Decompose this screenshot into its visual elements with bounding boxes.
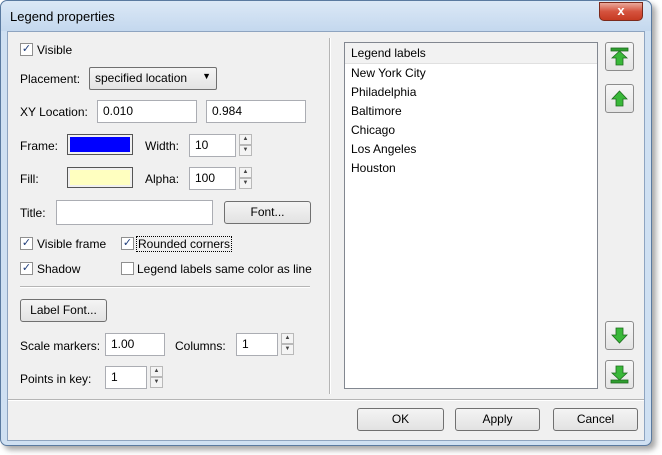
spin-down-icon[interactable]: ▼ [150,377,163,388]
apply-button[interactable]: Apply [455,408,540,431]
move-up-button[interactable] [605,84,634,113]
move-top-icon [610,47,629,66]
fill-color-swatch[interactable] [67,167,133,188]
frame-color-swatch[interactable] [67,134,133,155]
label-font-button[interactable]: Label Font... [20,299,107,322]
visible-checkbox[interactable]: ✓ [20,43,33,56]
placement-select[interactable]: specified location ▼ [89,67,217,90]
separator [20,286,310,288]
scale-markers-input[interactable]: 1.00 [105,333,165,356]
columns-spinner[interactable]: ▲ ▼ [281,333,294,356]
move-down-button[interactable] [605,321,634,350]
points-in-key-label: Points in key: [20,372,92,386]
points-in-key-input[interactable]: 1 [105,366,147,389]
title-font-button[interactable]: Font... [224,201,311,224]
list-item[interactable]: Philadelphia [345,83,597,102]
xy-location-label: XY Location: [20,105,88,119]
spin-down-icon[interactable]: ▼ [281,344,294,355]
shadow-checkbox[interactable]: ✓ [20,262,33,275]
visible-frame-checkbox[interactable]: ✓ [20,237,33,250]
visible-frame-label: Visible frame [37,237,107,251]
width-input[interactable]: 10 [189,134,236,157]
cancel-button[interactable]: Cancel [553,408,638,431]
title-input[interactable] [56,200,213,225]
y-location-input[interactable]: 0.984 [206,100,306,123]
scale-markers-label: Scale markers: [20,339,101,353]
width-label: Width: [145,139,180,153]
footer-separator [8,399,644,401]
shadow-label: Shadow [37,262,81,276]
move-bottom-button[interactable] [605,360,634,389]
move-top-button[interactable] [605,42,634,71]
list-item[interactable]: Los Angeles [345,140,597,159]
list-item[interactable]: Baltimore [345,102,597,121]
title-label: Title: [20,206,46,220]
columns-input[interactable]: 1 [236,333,278,356]
frame-label: Frame: [20,139,59,153]
same-color-label: Legend labels same color as line [137,262,312,276]
width-spinner[interactable]: ▲ ▼ [239,134,252,157]
legend-labels-header: Legend labels [345,43,597,64]
spin-up-icon[interactable]: ▲ [150,366,163,377]
placement-value: specified location [95,71,188,85]
dialog-window: Legend properties x ✓ Visible Placement:… [0,0,652,446]
placement-label: Placement: [20,72,81,86]
legend-labels-list[interactable]: Legend labels New York City Philadelphia… [344,42,598,389]
visible-label: Visible [37,43,73,57]
move-bottom-icon [610,365,629,384]
alpha-label: Alpha: [145,172,180,186]
x-location-input[interactable]: 0.010 [97,100,197,123]
title-bar[interactable]: Legend properties x [1,1,651,31]
list-item[interactable]: Houston [345,159,597,178]
list-item[interactable]: Chicago [345,121,597,140]
spin-down-icon[interactable]: ▼ [239,145,252,156]
fill-color-fill [70,170,130,185]
rounded-corners-checkbox[interactable]: ✓ [121,237,134,250]
frame-color-fill [70,137,130,152]
spin-up-icon[interactable]: ▲ [239,134,252,145]
chevron-down-icon: ▼ [202,71,211,81]
panel-divider [329,38,331,394]
points-spinner[interactable]: ▲ ▼ [150,366,163,389]
spin-down-icon[interactable]: ▼ [239,178,252,189]
spin-up-icon[interactable]: ▲ [239,167,252,178]
alpha-input[interactable]: 100 [189,167,236,190]
window-title: Legend properties [10,9,115,24]
alpha-spinner[interactable]: ▲ ▼ [239,167,252,190]
spin-up-icon[interactable]: ▲ [281,333,294,344]
move-down-icon [611,327,628,344]
rounded-corners-label: Rounded corners [136,236,233,252]
ok-button[interactable]: OK [357,408,444,431]
same-color-checkbox[interactable] [121,262,134,275]
dialog-body: ✓ Visible Placement: specified location … [7,31,645,441]
list-item[interactable]: New York City [345,64,597,83]
columns-label: Columns: [175,339,226,353]
move-up-icon [611,90,628,107]
fill-label: Fill: [20,172,39,186]
close-button[interactable]: x [599,2,643,21]
